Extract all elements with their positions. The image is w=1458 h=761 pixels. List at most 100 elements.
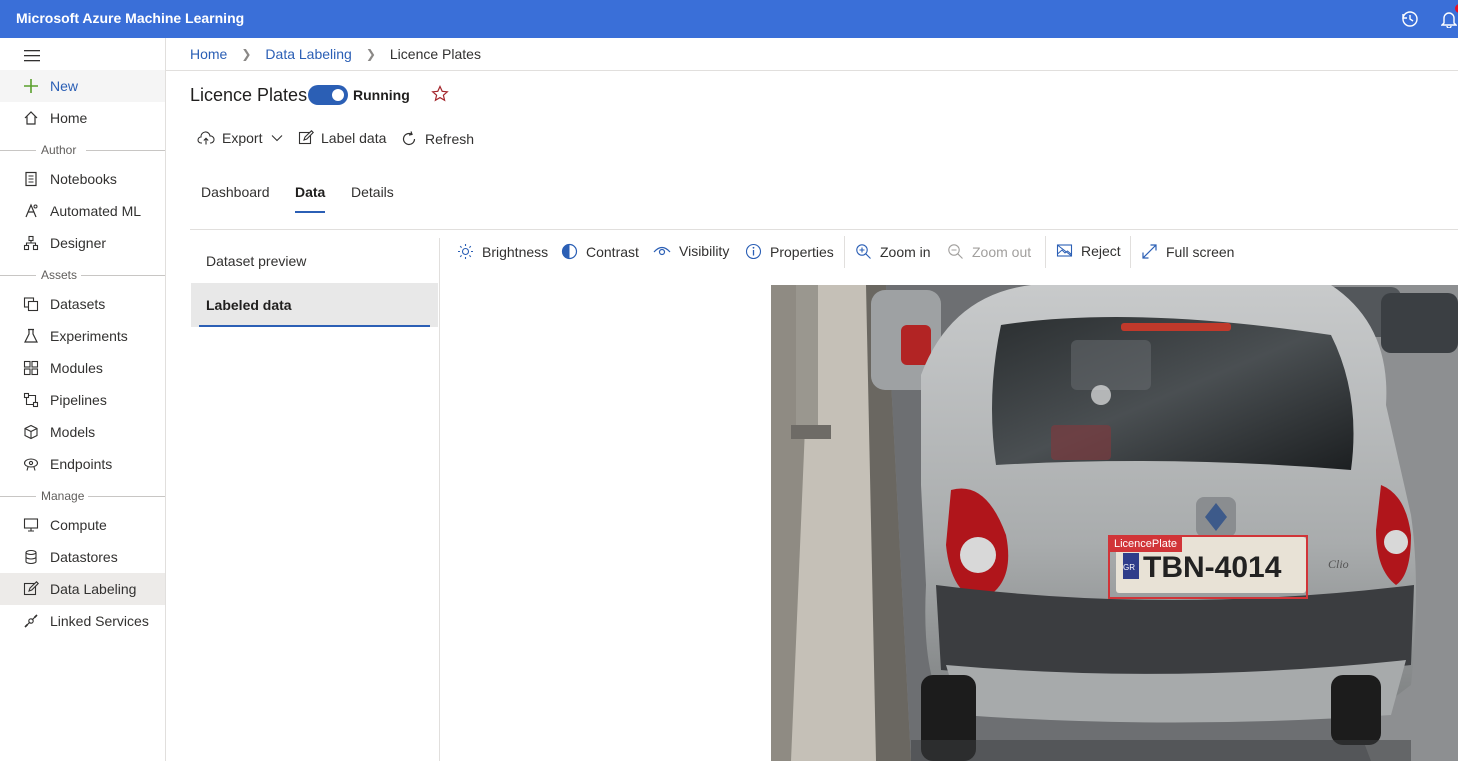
- sidebar-item-datastores[interactable]: Datastores: [0, 541, 165, 573]
- reject-image-icon: [1056, 244, 1073, 257]
- reject-button[interactable]: Reject: [1056, 243, 1121, 259]
- new-label: New: [50, 78, 79, 94]
- section-assets: Assets: [41, 268, 78, 282]
- chevron-right-icon: ❯: [241, 47, 252, 61]
- sidebar-item-experiments[interactable]: Experiments: [0, 320, 165, 352]
- running-toggle[interactable]: [308, 85, 348, 105]
- sidebar-item-label: Experiments: [50, 328, 128, 344]
- new-button[interactable]: New: [0, 70, 165, 102]
- full-screen-icon: [1142, 244, 1157, 259]
- hamburger-menu-icon[interactable]: [22, 47, 42, 63]
- label-data-button[interactable]: Label data: [298, 130, 386, 146]
- sidebar-item-models[interactable]: Models: [0, 416, 165, 448]
- edit-icon: [298, 130, 314, 145]
- notification-bell-icon[interactable]: [1438, 4, 1458, 30]
- sidebar-item-label: Data Labeling: [50, 581, 137, 597]
- sidebar-item-data-labeling[interactable]: Data Labeling: [0, 573, 165, 605]
- breadcrumb-data-labeling[interactable]: Data Labeling: [265, 46, 351, 62]
- zoom-in-label: Zoom in: [880, 243, 931, 260]
- contrast-label: Contrast: [586, 243, 639, 260]
- brightness-icon: [458, 244, 473, 259]
- endpoints-icon: [23, 458, 39, 471]
- sidebar-item-label: Linked Services: [50, 613, 149, 629]
- database-icon: [25, 549, 37, 565]
- sidebar-item-label: Automated ML: [50, 203, 142, 219]
- contrast-button[interactable]: Contrast: [561, 243, 639, 260]
- export-label: Export: [222, 130, 263, 146]
- toggle-knob: [332, 89, 344, 101]
- sidebar-item-linked-services[interactable]: Linked Services: [0, 605, 165, 637]
- dataset-preview-label: Dataset preview: [206, 253, 307, 269]
- sidebar-item-label: Datastores: [50, 549, 118, 565]
- sidebar-item-label: Modules: [50, 360, 103, 376]
- labeled-data-label: Labeled data: [206, 297, 292, 313]
- visibility-label: Visibility: [679, 243, 730, 259]
- full-screen-button[interactable]: Full screen: [1141, 243, 1234, 260]
- sidebar-item-datasets[interactable]: Datasets: [0, 288, 165, 320]
- divider: [0, 275, 36, 276]
- info-icon: [745, 243, 762, 260]
- sidebar-item-label: Home: [50, 110, 88, 126]
- sidebar-item-designer[interactable]: Designer: [0, 227, 165, 259]
- edit-icon: [23, 581, 39, 596]
- labeled-image-viewer[interactable]: GR TBN-4014 Clio LicencePlate: [771, 285, 1458, 761]
- brightness-label: Brightness: [482, 243, 549, 260]
- tab-data[interactable]: Data: [295, 184, 325, 200]
- sidebar-item-home[interactable]: Home: [0, 102, 165, 134]
- top-bar: Microsoft Azure Machine Learning: [0, 0, 1458, 38]
- designer-icon: [23, 235, 39, 251]
- sidebar-item-modules[interactable]: Modules: [0, 352, 165, 384]
- full-screen-label: Full screen: [1166, 243, 1235, 260]
- tab-details[interactable]: Details: [351, 184, 394, 200]
- toggle-label: Running: [353, 87, 410, 103]
- cube-icon: [24, 424, 38, 440]
- pipelines-icon: [23, 392, 39, 408]
- divider: [0, 496, 36, 497]
- divider: [0, 150, 36, 151]
- plus-icon: [24, 79, 38, 93]
- favorite-star-icon[interactable]: [430, 84, 450, 104]
- divider: [166, 70, 1458, 71]
- sidebar-item-automated-ml[interactable]: Automated ML: [0, 195, 165, 227]
- notebook-icon: [25, 171, 37, 187]
- label-data-label: Label data: [321, 130, 387, 146]
- sidebar-item-notebooks[interactable]: Notebooks: [0, 163, 165, 195]
- properties-button[interactable]: Properties: [745, 243, 834, 260]
- active-tab-indicator: [295, 211, 325, 213]
- sidebar: New Home Author Notebooks Automated ML D…: [0, 38, 166, 761]
- flask-icon: [24, 328, 38, 343]
- home-icon: [24, 111, 38, 125]
- refresh-button[interactable]: Refresh: [400, 130, 474, 148]
- car-badge: Clio: [1328, 557, 1349, 571]
- datasets-icon: [23, 297, 39, 312]
- linked-services-icon: [24, 614, 38, 628]
- zoom-out-icon: [948, 244, 963, 259]
- sidebar-item-compute[interactable]: Compute: [0, 509, 165, 541]
- sidebar-item-pipelines[interactable]: Pipelines: [0, 384, 165, 416]
- chevron-down-icon: [272, 135, 283, 142]
- tab-dashboard[interactable]: Dashboard: [201, 184, 270, 200]
- sidebar-item-endpoints[interactable]: Endpoints: [0, 448, 165, 480]
- visibility-button[interactable]: Visibility: [653, 243, 729, 259]
- history-icon[interactable]: [1399, 8, 1421, 30]
- divider: [86, 150, 165, 151]
- refresh-label: Refresh: [425, 131, 475, 147]
- export-button[interactable]: Export: [197, 130, 283, 146]
- divider: [190, 229, 1458, 230]
- app-title: Microsoft Azure Machine Learning: [16, 10, 245, 26]
- breadcrumb-home[interactable]: Home: [190, 46, 227, 62]
- breadcrumb-current: Licence Plates: [389, 46, 481, 62]
- cloud-upload-icon: [197, 131, 215, 145]
- bounding-box-label: LicencePlate: [1109, 536, 1182, 552]
- properties-label: Properties: [770, 243, 834, 260]
- sidebar-item-label: Datasets: [50, 296, 106, 312]
- zoom-out-button[interactable]: Zoom out: [947, 243, 1031, 260]
- labeled-data-item[interactable]: Labeled data: [191, 283, 438, 327]
- reject-label: Reject: [1081, 243, 1121, 259]
- dataset-preview-item[interactable]: Dataset preview: [191, 239, 438, 283]
- bounding-box[interactable]: LicencePlate: [1108, 535, 1308, 599]
- divider: [439, 238, 440, 761]
- brightness-button[interactable]: Brightness: [457, 243, 548, 260]
- zoom-in-button[interactable]: Zoom in: [855, 243, 931, 260]
- divider: [1045, 236, 1046, 268]
